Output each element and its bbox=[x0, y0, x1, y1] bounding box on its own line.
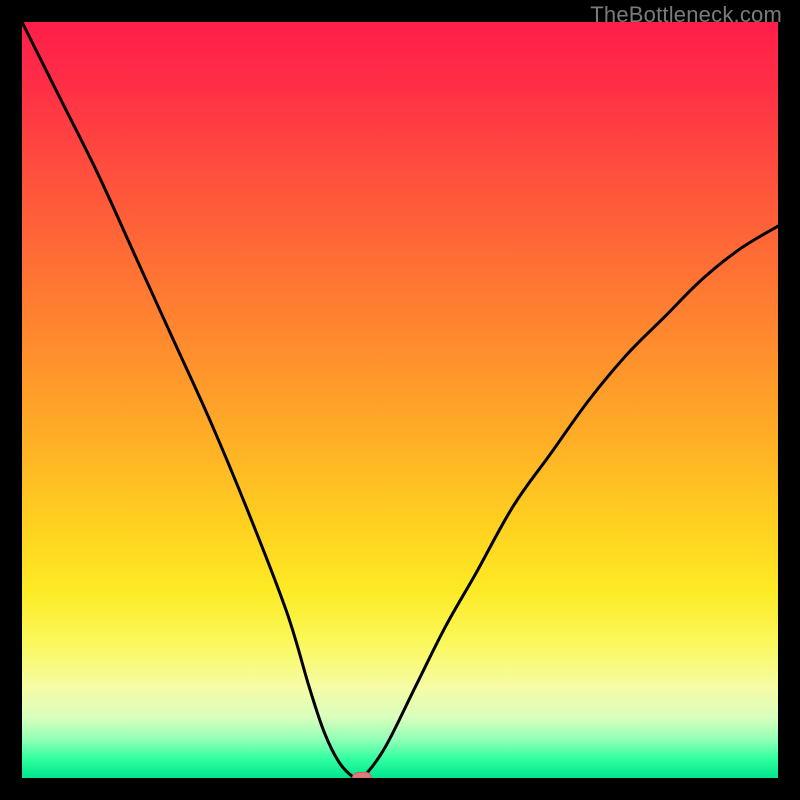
chart-frame: TheBottleneck.com bbox=[0, 0, 800, 800]
watermark-text: TheBottleneck.com bbox=[590, 2, 782, 28]
bottleneck-curve bbox=[22, 22, 778, 778]
plot-area bbox=[22, 22, 778, 778]
optimal-point-marker bbox=[352, 772, 372, 778]
